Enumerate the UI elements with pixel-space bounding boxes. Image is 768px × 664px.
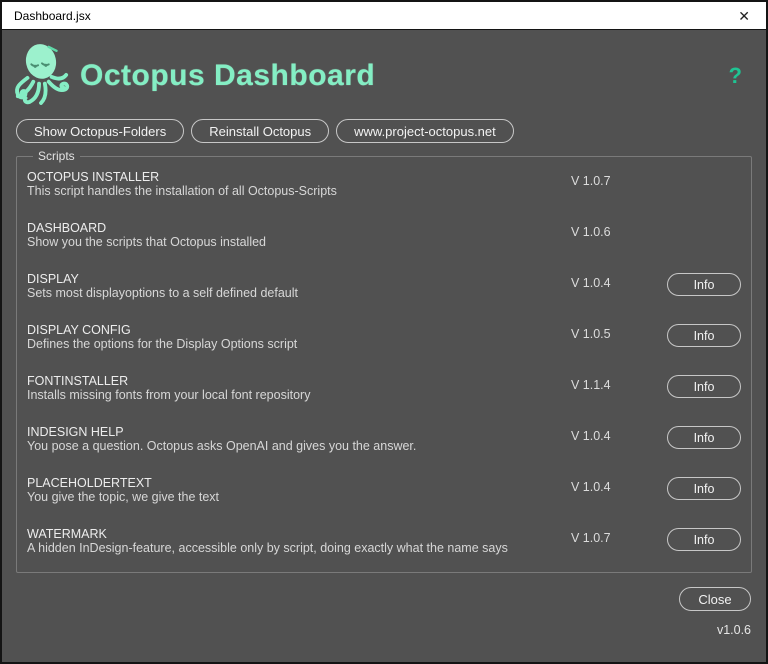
- script-description: You give the topic, we give the text: [27, 489, 220, 504]
- script-text: INDESIGN HELP You pose a question. Octop…: [27, 425, 549, 453]
- project-octopus-link-button[interactable]: www.project-octopus.net: [336, 119, 514, 143]
- script-name: DISPLAY CONFIG: [27, 323, 131, 337]
- script-description: You pose a question. Octopus asks OpenAI…: [27, 438, 417, 453]
- close-button[interactable]: Close: [679, 587, 751, 611]
- reinstall-octopus-button[interactable]: Reinstall Octopus: [191, 119, 330, 143]
- script-version: V 1.0.4: [571, 480, 611, 494]
- show-octopus-folders-button[interactable]: Show Octopus-Folders: [16, 119, 185, 143]
- script-row: DISPLAY Sets most displayoptions to a se…: [27, 270, 741, 321]
- script-text: WATERMARK A hidden InDesign-feature, acc…: [27, 527, 549, 555]
- scripts-group: Scripts OCTOPUS INSTALLER This script ha…: [16, 149, 752, 573]
- script-description: Show you the scripts that Octopus instal…: [27, 234, 267, 249]
- script-row: FONTINSTALLER Installs missing fonts fro…: [27, 372, 741, 423]
- script-text: DASHBOARD Show you the scripts that Octo…: [27, 221, 549, 249]
- script-name: WATERMARK: [27, 527, 107, 541]
- script-version: V 1.1.4: [571, 378, 611, 392]
- script-info-button[interactable]: Info: [667, 528, 741, 551]
- dashboard-dialog: Dashboard.jsx ✕ Octopus Dashboard ? Show…: [0, 0, 768, 664]
- script-row: INDESIGN HELP You pose a question. Octop…: [27, 423, 741, 474]
- help-button[interactable]: ?: [729, 63, 742, 89]
- script-text: DISPLAY Sets most displayoptions to a se…: [27, 272, 549, 300]
- toolbar: Show Octopus-Folders Reinstall Octopus w…: [16, 118, 752, 144]
- script-text: FONTINSTALLER Installs missing fonts fro…: [27, 374, 549, 402]
- script-version: V 1.0.7: [571, 174, 611, 188]
- script-name: OCTOPUS INSTALLER: [27, 170, 160, 184]
- script-version: V 1.0.7: [571, 531, 611, 545]
- script-row: WATERMARK A hidden InDesign-feature, acc…: [27, 525, 741, 576]
- scripts-list: OCTOPUS INSTALLER This script handles th…: [27, 168, 741, 576]
- app-version-label: v1.0.6: [716, 623, 751, 637]
- script-name: DISPLAY: [27, 272, 79, 286]
- script-description: A hidden InDesign-feature, accessible on…: [27, 540, 508, 555]
- script-info-button[interactable]: Info: [667, 426, 741, 449]
- script-name: INDESIGN HELP: [27, 425, 124, 439]
- script-text: DISPLAY CONFIG Defines the options for t…: [27, 323, 549, 351]
- script-description: This script handles the installation of …: [27, 183, 337, 198]
- script-info-button[interactable]: Info: [667, 324, 741, 347]
- script-text: PLACEHOLDERTEXT You give the topic, we g…: [27, 476, 549, 504]
- script-description: Installs missing fonts from your local f…: [27, 387, 311, 402]
- script-description: Defines the options for the Display Opti…: [27, 336, 298, 351]
- script-description: Sets most displayoptions to a self defin…: [27, 285, 298, 300]
- script-row: PLACEHOLDERTEXT You give the topic, we g…: [27, 474, 741, 525]
- page-title: Octopus Dashboard: [80, 59, 376, 92]
- script-info-button[interactable]: Info: [667, 273, 741, 296]
- octopus-logo-icon: [12, 43, 70, 110]
- script-name: DASHBOARD: [27, 221, 107, 235]
- script-row: OCTOPUS INSTALLER This script handles th…: [27, 168, 741, 219]
- script-text: OCTOPUS INSTALLER This script handles th…: [27, 170, 549, 198]
- script-name: FONTINSTALLER: [27, 374, 129, 388]
- header: Octopus Dashboard ?: [12, 43, 752, 110]
- close-icon[interactable]: ✕: [734, 7, 754, 25]
- script-info-button[interactable]: Info: [667, 375, 741, 398]
- script-row: DISPLAY CONFIG Defines the options for t…: [27, 321, 741, 372]
- script-row: DASHBOARD Show you the scripts that Octo…: [27, 219, 741, 270]
- script-info-button[interactable]: Info: [667, 477, 741, 500]
- script-name: PLACEHOLDERTEXT: [27, 476, 152, 490]
- scripts-group-label: Scripts: [38, 149, 75, 163]
- script-version: V 1.0.4: [571, 429, 611, 443]
- footer: Close: [16, 587, 751, 611]
- window-title: Dashboard.jsx: [14, 8, 91, 23]
- script-version: V 1.0.5: [571, 327, 611, 341]
- script-version: V 1.0.4: [571, 276, 611, 290]
- title-bar[interactable]: Dashboard.jsx ✕: [2, 2, 766, 30]
- script-version: V 1.0.6: [571, 225, 611, 239]
